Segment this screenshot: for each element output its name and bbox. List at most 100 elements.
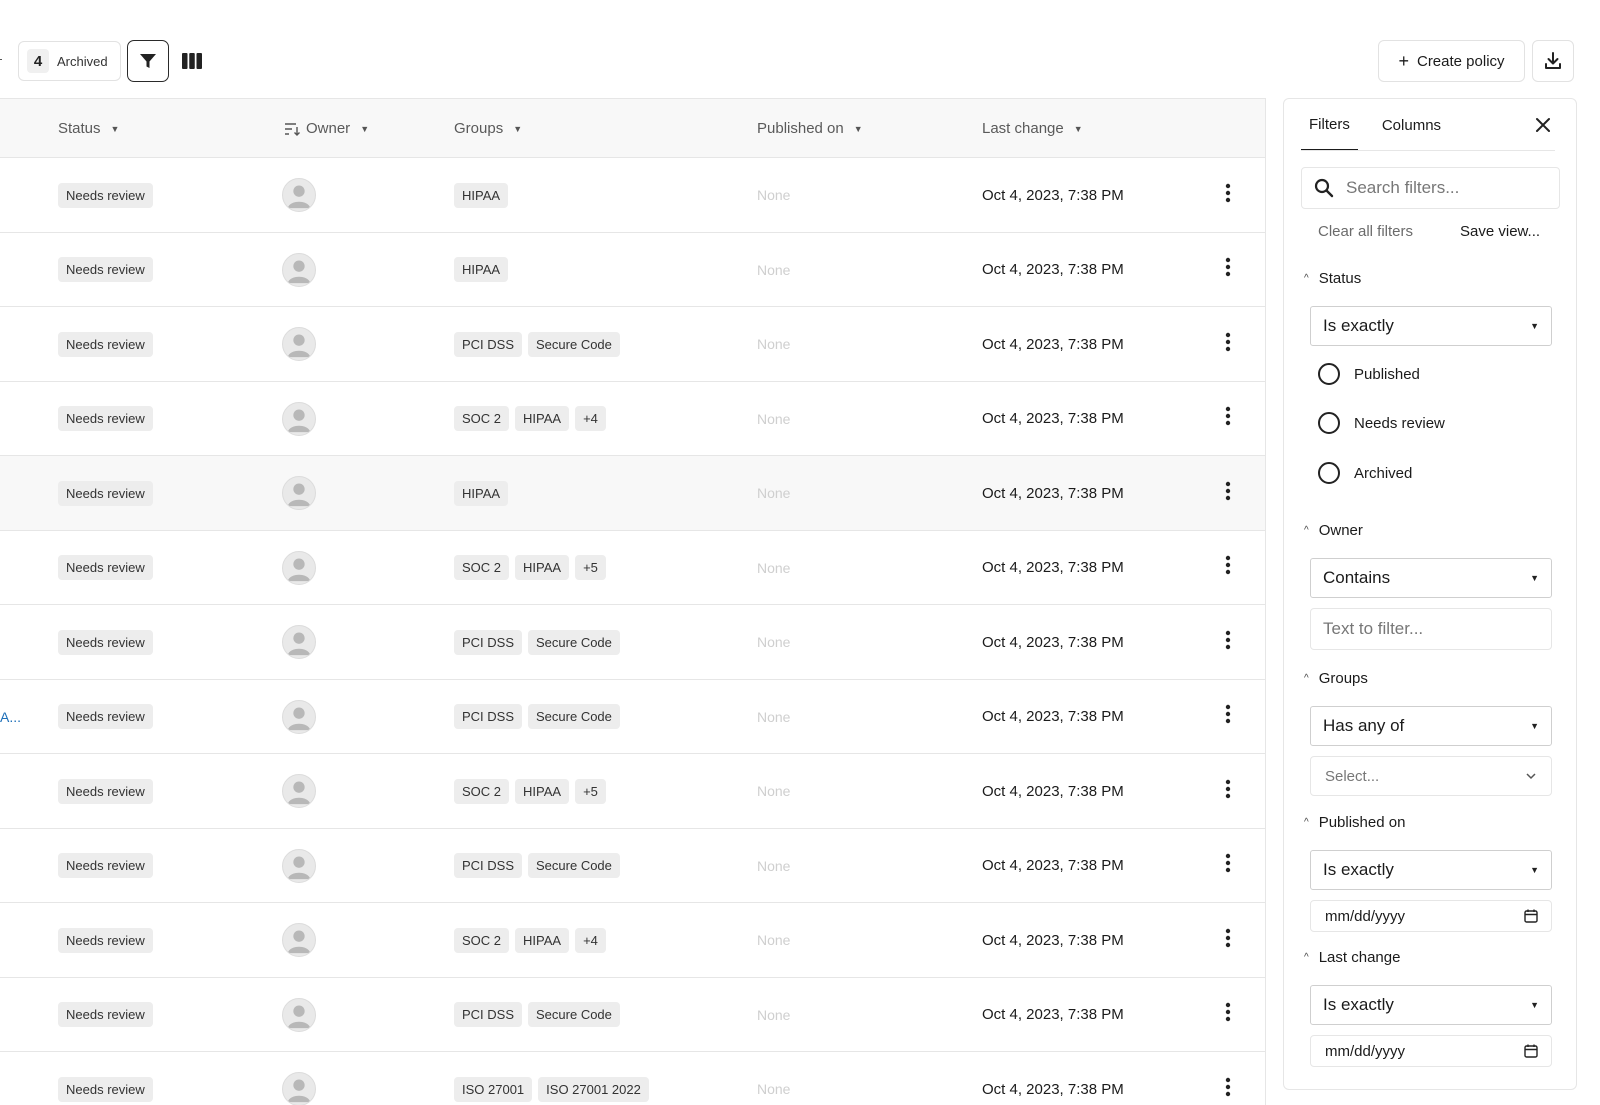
table-row[interactable]: Needs review PCI DSS Secure Code None Oct 4,… — [0, 977, 1265, 1052]
avatar — [282, 550, 316, 585]
table-row[interactable]: Needs review SOC 2 HIPAA +4 None Oct 4, 2023,… — [0, 381, 1265, 456]
groups-operator-select[interactable]: Has any of ▼ — [1310, 706, 1552, 746]
filter-toggle-button[interactable] — [127, 40, 169, 82]
table-row[interactable]: Needs review HIPAA None Oct 4, 2023, 7:38 P… — [0, 158, 1265, 233]
group-tag: SOC 2 — [454, 555, 510, 580]
column-header-label: Published on — [757, 120, 844, 137]
row-actions-button[interactable] — [1216, 382, 1240, 456]
row-actions-button[interactable] — [1216, 307, 1240, 381]
status-section-header[interactable]: ^ Status — [1304, 270, 1361, 287]
tab-columns[interactable]: Columns — [1374, 99, 1449, 151]
published-date-input[interactable]: mm/dd/yyyy — [1310, 900, 1552, 932]
row-actions-button[interactable] — [1216, 829, 1240, 903]
group-tag: SOC 2 — [454, 778, 510, 804]
status-cell: Needs review — [58, 829, 153, 903]
tab-filters[interactable]: Filters — [1301, 99, 1358, 151]
caret-down-icon: ▼ — [1530, 865, 1539, 875]
more-vertical-icon — [1225, 928, 1231, 953]
archived-filter-chip[interactable]: 4 Archived — [18, 41, 121, 81]
chevron-up-icon: ^ — [1304, 952, 1309, 963]
published-operator-select[interactable]: Is exactly ▼ — [1310, 850, 1552, 890]
groups-value-select[interactable]: Select... — [1310, 756, 1552, 796]
close-panel-button[interactable] — [1531, 113, 1555, 137]
caret-down-icon: ▼ — [1530, 1000, 1539, 1010]
row-actions-button[interactable] — [1216, 978, 1240, 1052]
save-view-link[interactable]: Save view... — [1460, 223, 1540, 240]
published-cell: None — [757, 1081, 791, 1097]
column-header-status[interactable]: Status ▼ — [58, 99, 119, 158]
section-title: Last change — [1318, 949, 1401, 966]
groups-section-header[interactable]: ^ Groups — [1304, 670, 1368, 687]
status-option-needs-review[interactable]: Needs review — [1318, 412, 1445, 434]
published-section-header[interactable]: ^ Published on — [1304, 814, 1405, 831]
caret-down-icon: ▼ — [1530, 721, 1539, 731]
column-header-groups[interactable]: Groups ▼ — [454, 99, 522, 158]
table-row[interactable]: Needs review ISO 27001 ISO 27001 2022 None O… — [0, 1052, 1265, 1105]
owner-cell — [282, 382, 316, 456]
status-cell: Needs review — [58, 456, 153, 530]
last-change-cell: Oct 4, 2023, 7:38 PM — [982, 559, 1124, 576]
owner-cell — [282, 680, 316, 754]
owner-section-header[interactable]: ^ Owner — [1304, 522, 1363, 539]
published-cell: None — [757, 857, 791, 874]
owner-cell — [282, 605, 316, 679]
table-row[interactable]: Needs review SOC 2 HIPAA +5 None Oct 4, 2023,… — [0, 530, 1265, 605]
last-change-section-header[interactable]: ^ Last change — [1304, 949, 1400, 966]
table-row[interactable]: Needs review SOC 2 HIPAA +5 None Oct 4, 2023,… — [0, 754, 1265, 829]
table-row[interactable]: Needs review PCI DSS Secure Code None Oct 4,… — [0, 307, 1265, 382]
table-row[interactable]: Needs review HIPAA None Oct 4, 2023, 7:38 P… — [0, 456, 1265, 531]
more-vertical-icon — [1225, 332, 1231, 357]
owner-cell — [282, 754, 316, 828]
row-actions-button[interactable] — [1216, 1052, 1240, 1105]
radio-label: Needs review — [1354, 414, 1445, 432]
columns-toggle-button[interactable] — [177, 40, 207, 82]
column-header-owner[interactable]: Owner ▼ — [284, 99, 369, 158]
status-badge: Needs review — [58, 629, 153, 655]
row-actions-button[interactable] — [1216, 158, 1240, 232]
row-actions-button[interactable] — [1216, 531, 1240, 605]
more-vertical-icon — [1225, 257, 1231, 282]
avatar — [282, 625, 316, 659]
create-policy-button[interactable]: + Create policy — [1378, 40, 1525, 82]
sort-caret-icon: ▼ — [853, 123, 863, 134]
column-header-published[interactable]: Published on ▼ — [757, 99, 863, 158]
policy-name-link[interactable]: A... — [0, 680, 21, 754]
groups-cell: SOC 2 HIPAA +5 — [454, 531, 606, 605]
status-badge: Needs review — [58, 1002, 153, 1027]
search-icon — [1314, 178, 1334, 198]
table-row[interactable]: Needs review PCI DSS Secure Code None Oct 4,… — [0, 605, 1265, 680]
owner-operator-select[interactable]: Contains ▼ — [1310, 558, 1552, 598]
row-actions-button[interactable] — [1216, 754, 1240, 828]
table-row[interactable]: A... Needs review PCI DSS Secure Code None Oc… — [0, 679, 1265, 754]
last-change-date-input[interactable]: mm/dd/yyyy — [1310, 1035, 1552, 1067]
row-actions-button[interactable] — [1216, 233, 1240, 307]
published-cell: None — [757, 708, 791, 725]
group-tag: HIPAA — [454, 257, 509, 282]
column-header-last-change[interactable]: Last change ▼ — [982, 99, 1083, 158]
groups-cell: ISO 27001 ISO 27001 2022 — [454, 1052, 649, 1105]
filter-search-input[interactable] — [1346, 178, 1536, 198]
status-operator-select[interactable]: Is exactly ▼ — [1310, 306, 1552, 346]
row-actions-button[interactable] — [1216, 456, 1240, 530]
last-change-operator-select[interactable]: Is exactly ▼ — [1310, 985, 1552, 1025]
owner-text-input[interactable]: Text to filter... — [1310, 608, 1552, 650]
published-cell: None — [757, 559, 791, 576]
row-actions-button[interactable] — [1216, 903, 1240, 977]
more-vertical-icon — [1225, 481, 1231, 506]
groups-cell: PCI DSS Secure Code — [454, 829, 620, 903]
last-change-cell: Oct 4, 2023, 7:38 PM — [982, 335, 1124, 353]
published-cell: None — [757, 485, 791, 501]
published-cell: None — [757, 187, 791, 203]
table-row[interactable]: Needs review HIPAA None Oct 4, 2023, 7:38 P… — [0, 232, 1265, 307]
radio-label: Archived — [1354, 464, 1413, 482]
status-option-published[interactable]: Published — [1318, 363, 1420, 385]
row-actions-button[interactable] — [1216, 605, 1240, 679]
group-tag: PCI DSS — [454, 331, 523, 357]
radio-circle — [1318, 412, 1340, 434]
table-row[interactable]: Needs review PCI DSS Secure Code None Oct 4,… — [0, 828, 1265, 903]
status-option-archived[interactable]: Archived — [1318, 462, 1412, 484]
clear-all-filters-link[interactable]: Clear all filters — [1318, 223, 1413, 240]
download-button[interactable] — [1532, 40, 1574, 82]
table-row[interactable]: Needs review SOC 2 HIPAA +4 None Oct 4, 2023,… — [0, 903, 1265, 978]
row-actions-button[interactable] — [1216, 680, 1240, 754]
